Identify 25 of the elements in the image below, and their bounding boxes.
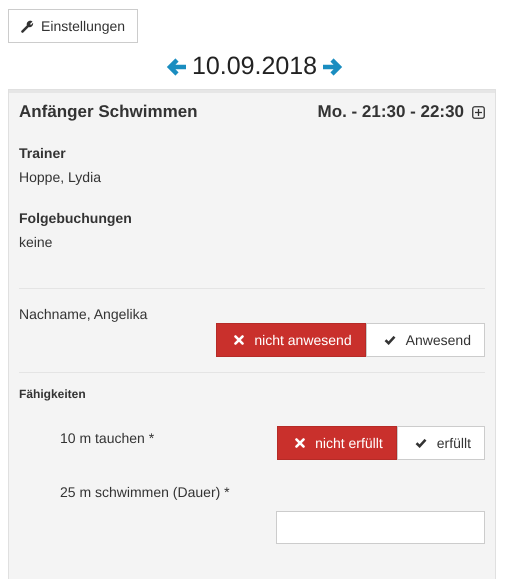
- detail-label: Trainer: [19, 145, 67, 161]
- detail-label: Folgebuchungen: [19, 210, 133, 226]
- done-button[interactable]: erfüllt: [396, 426, 485, 460]
- x-icon: [295, 438, 306, 448]
- not-done-button[interactable]: nicht anwesend: [216, 323, 366, 357]
- arrow-right-icon[interactable]: [321, 56, 344, 78]
- duration-field[interactable]: [276, 511, 485, 544]
- arrow-left-icon[interactable]: [166, 56, 188, 78]
- check-icon: [414, 438, 427, 448]
- detail-value: Hoppe, Lydia: [19, 169, 102, 185]
- skill-label: 25 m schwimmen (Dauer) *: [60, 484, 231, 500]
- skills-heading: Fähigkeiten: [19, 387, 87, 401]
- x-icon: [234, 335, 244, 345]
- wrench-icon: [21, 20, 34, 32]
- expand-icon[interactable]: [472, 106, 485, 118]
- done-button[interactable]: Anwesend: [366, 323, 485, 357]
- check-icon: [384, 335, 396, 345]
- participant-name: Nachname, Angelika: [19, 306, 148, 322]
- not-done-button[interactable]: nicht erfüllt: [277, 426, 397, 460]
- course-time: Mo. - 21:30 - 22:30: [318, 102, 464, 122]
- detail-value: keine: [19, 234, 54, 250]
- date-label: 10.09.2018: [192, 52, 318, 81]
- skill-label: 10 m tauchen *: [60, 430, 154, 446]
- course-title: Anfänger Schwimmen: [19, 102, 198, 122]
- settings-button[interactable]: Einstellungen: [8, 9, 138, 43]
